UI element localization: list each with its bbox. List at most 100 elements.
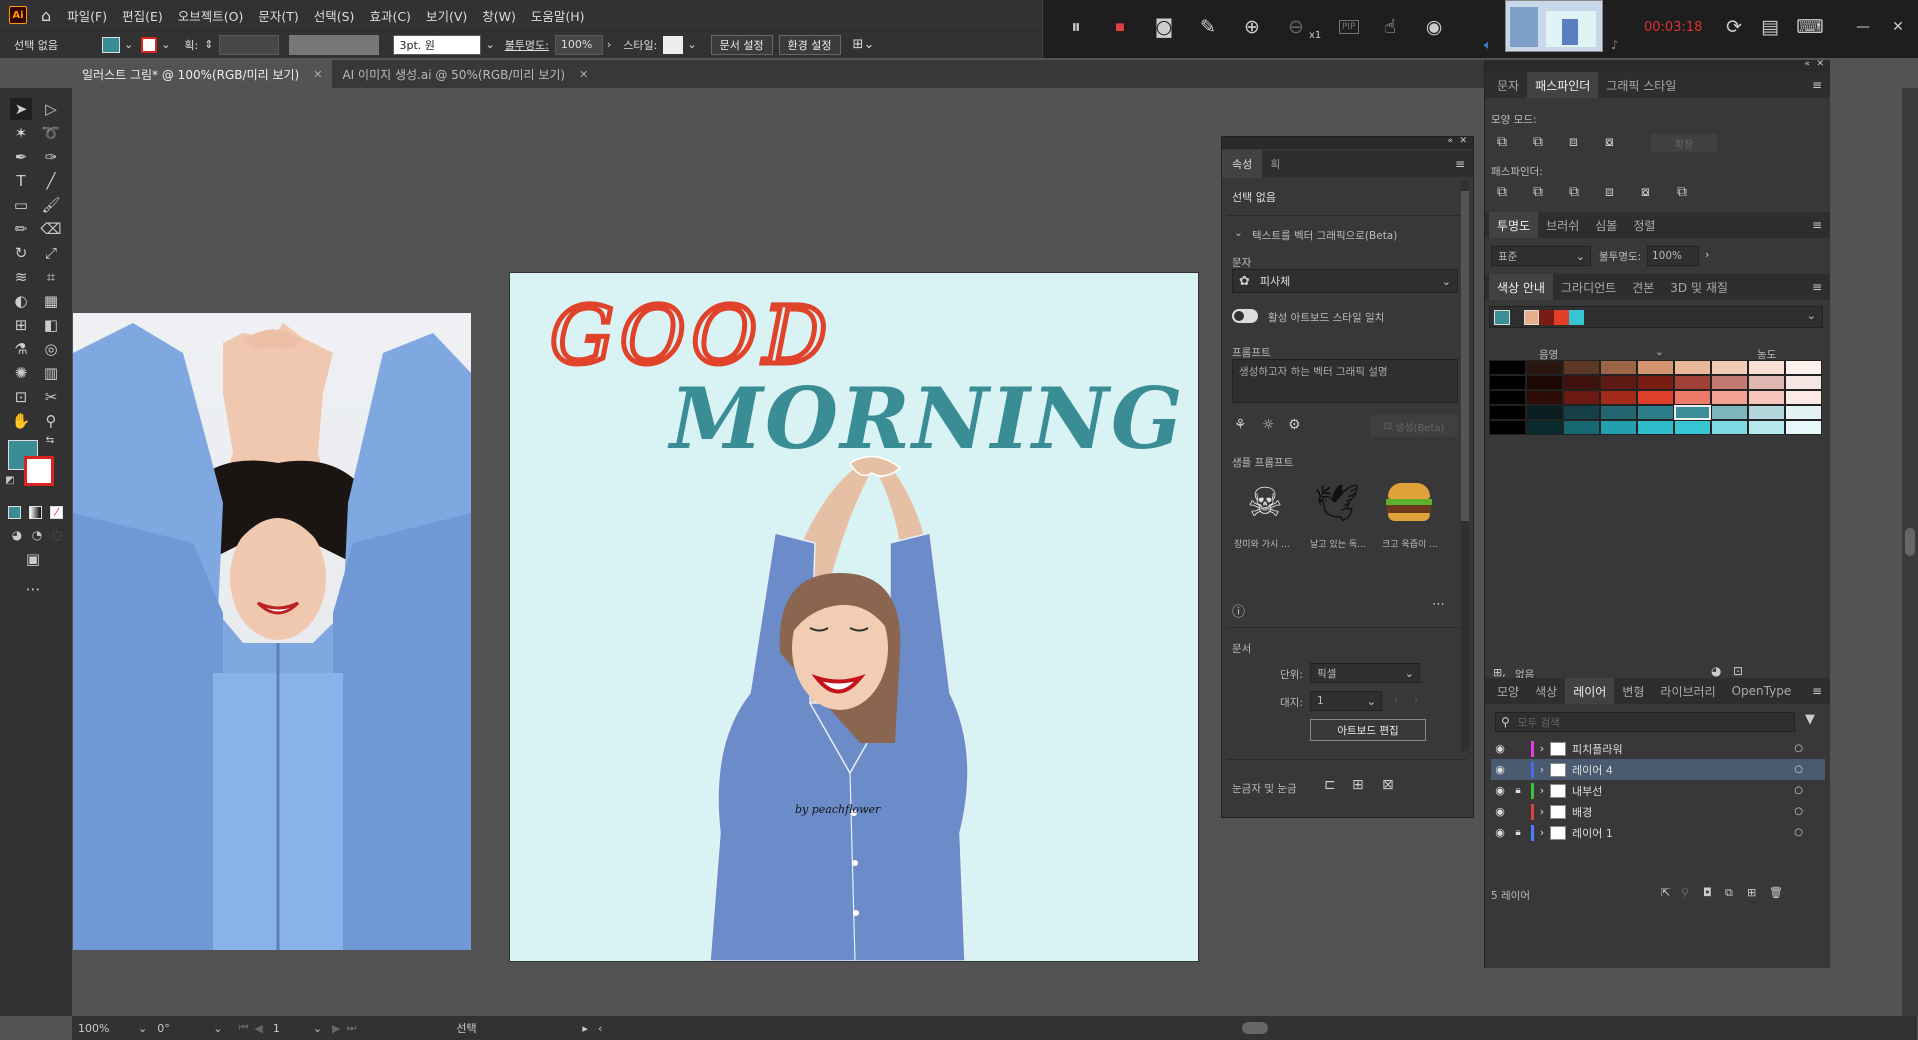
curvature-tool-icon[interactable]: ✑ (40, 146, 62, 168)
divide-icon[interactable]: ⧉ (1497, 184, 1507, 200)
subject-dropdown[interactable]: ✿ 피사체 ⌄ (1232, 269, 1458, 293)
delete-icon[interactable]: 🗑︎ (1769, 886, 1783, 899)
close-icon[interactable]: ✕ (579, 68, 588, 81)
exclude-icon[interactable]: ⧇ (1605, 134, 1614, 150)
menu-edit[interactable]: 편집(E) (122, 6, 163, 25)
outline-icon[interactable]: ⧇ (1641, 184, 1650, 200)
new-layer-icon[interactable]: ⊞ (1747, 886, 1756, 899)
arrange-icon[interactable]: ⊞⌄ (853, 37, 875, 52)
menu-type[interactable]: 문자(T) (258, 6, 298, 25)
blend-tool-icon[interactable]: ◎ (40, 338, 62, 360)
color-guide-swatch[interactable] (1674, 390, 1711, 405)
tab-align[interactable]: 정렬 (1625, 212, 1663, 238)
tab-properties[interactable]: 속성 (1222, 150, 1263, 178)
mesh-tool-icon[interactable]: ⊞ (10, 314, 32, 336)
first-artboard-icon[interactable]: ⏮ (238, 1021, 248, 1035)
tab-transform[interactable]: 변형 (1614, 678, 1652, 704)
rectangle-tool-icon[interactable]: ▭ (10, 194, 32, 216)
transparency-grid-icon[interactable]: ⊠ (1382, 777, 1394, 793)
harmony-swatch[interactable] (1569, 310, 1584, 325)
opacity-field[interactable]: 100% (1647, 246, 1699, 266)
gear-icon[interactable]: ⚙ (1288, 417, 1301, 433)
expand-layer-icon[interactable]: › (1534, 763, 1550, 776)
line-tool-icon[interactable]: ╱ (40, 170, 62, 192)
menu-effect[interactable]: 효과(C) (369, 6, 410, 25)
panel-menu-icon[interactable]: ≡ (1812, 684, 1822, 698)
close-icon[interactable]: ✕ (1816, 59, 1824, 69)
last-artboard-icon[interactable]: ⏭ (347, 1021, 357, 1035)
collapse-icon[interactable]: « (1447, 136, 1453, 146)
crop-icon[interactable]: ⧈ (1605, 184, 1614, 200)
more-options-icon[interactable]: ⋯ (1432, 597, 1445, 612)
merge-icon[interactable]: ⧉ (1569, 184, 1579, 200)
new-sublayer-icon[interactable]: ⧉ (1725, 886, 1733, 900)
units-dropdown[interactable]: 픽셀 ⌄ (1310, 663, 1420, 683)
target-circle-icon[interactable]: ○ (1794, 764, 1803, 775)
color-guide-swatch[interactable] (1563, 390, 1600, 405)
harmony-swatch[interactable] (1539, 310, 1554, 325)
color-guide-swatch[interactable] (1748, 390, 1785, 405)
tab-appearance[interactable]: 모양 (1489, 678, 1527, 704)
zoom-tool-icon[interactable]: ⚲ (40, 410, 62, 432)
blend-mode-dropdown[interactable]: 표준 ⌄ (1491, 246, 1591, 266)
draw-inside-icon[interactable]: ◌ (46, 524, 68, 546)
home-icon[interactable]: ⌂ (41, 6, 51, 25)
stroke-swatch[interactable]: ⌄ (141, 36, 170, 53)
color-guide-swatch[interactable] (1600, 420, 1637, 435)
tab-gradient[interactable]: 그라디언트 (1553, 274, 1624, 300)
color-guide-swatch[interactable] (1785, 390, 1822, 405)
tab-color-guide[interactable]: 색상 안내 (1489, 274, 1553, 300)
chevron-down-icon[interactable]: ⌄ (313, 1022, 322, 1035)
color-guide-swatch[interactable] (1489, 390, 1526, 405)
camera-icon[interactable]: ◙ (1149, 12, 1179, 42)
prompt-textarea[interactable]: 생성하고자 하는 벡터 그래픽 설명 (1232, 359, 1458, 403)
ruler-icon[interactable]: ⊏ (1324, 777, 1336, 793)
horizontal-scroll-thumb[interactable] (1242, 1022, 1269, 1034)
layer-name[interactable]: 레이어 4 (1572, 762, 1613, 778)
layer-name[interactable]: 배경 (1572, 804, 1592, 820)
artboard-number[interactable]: 1 (273, 1022, 313, 1035)
menu-help[interactable]: 도움말(H) (531, 6, 585, 25)
color-guide-swatch[interactable] (1674, 360, 1711, 375)
color-mode-icon[interactable] (8, 506, 21, 519)
harmony-swatch[interactable] (1524, 310, 1539, 325)
color-guide-swatch[interactable] (1674, 405, 1711, 420)
color-guide-swatch[interactable] (1637, 420, 1674, 435)
layer-row[interactable]: ◉ › 레이어 4 ○ (1491, 759, 1825, 780)
pen-tool-icon[interactable]: ✒ (10, 146, 32, 168)
grid-icon[interactable]: ⊞ (1352, 777, 1364, 793)
opacity-label[interactable]: 불투명도: (505, 37, 549, 53)
tab-brushes[interactable]: 브러쉬 (1538, 212, 1587, 238)
style-reference-icon[interactable]: ⚘ (1234, 417, 1247, 433)
visibility-eye-icon[interactable]: ◉ (1491, 805, 1509, 818)
color-guide-swatch[interactable] (1526, 405, 1563, 420)
morning-text[interactable]: MORNING (667, 369, 1185, 468)
pip-button[interactable]: PIP (1339, 20, 1359, 34)
tab-pathfinder[interactable]: 패스파인더 (1527, 72, 1599, 98)
settings-panel-icon[interactable]: ⌨ (1795, 12, 1825, 42)
color-guide-swatch[interactable] (1600, 360, 1637, 375)
zoom-field[interactable]: 100% (78, 1019, 138, 1037)
close-icon[interactable]: ✕ (1459, 136, 1467, 146)
panel-menu-icon[interactable]: ≡ (1455, 157, 1465, 171)
trim-icon[interactable]: ⧉ (1533, 184, 1543, 200)
rotate-tool-icon[interactable]: ↻ (10, 242, 32, 264)
eraser-tool-icon[interactable]: ⌫ (40, 218, 62, 240)
layers-search-input[interactable]: ⚲ 모두 검색 (1495, 712, 1795, 732)
panel-menu-icon[interactable]: ≡ (1812, 78, 1822, 92)
clipping-mask-icon[interactable]: ◘ (1703, 886, 1712, 899)
chevron-down-icon[interactable]: ⌄ (1655, 346, 1664, 358)
color-guide-swatch[interactable] (1674, 420, 1711, 435)
chart-icon[interactable]: ▤ (1755, 12, 1785, 42)
color-guide-swatch[interactable] (1711, 405, 1748, 420)
match-style-toggle[interactable] (1232, 309, 1258, 323)
color-guide-swatch[interactable] (1637, 375, 1674, 390)
previous-artboard-icon[interactable]: ◀ (254, 1022, 262, 1035)
menu-select[interactable]: 선택(S) (314, 6, 355, 25)
color-guide-swatch[interactable] (1563, 420, 1600, 435)
mic-icon[interactable]: ♪ (1611, 38, 1619, 52)
color-guide-swatch[interactable] (1748, 375, 1785, 390)
tab-character[interactable]: 문자 (1489, 72, 1527, 98)
tab-color[interactable]: 색상 (1527, 678, 1565, 704)
scale-tool-icon[interactable]: ⤢ (40, 242, 62, 264)
